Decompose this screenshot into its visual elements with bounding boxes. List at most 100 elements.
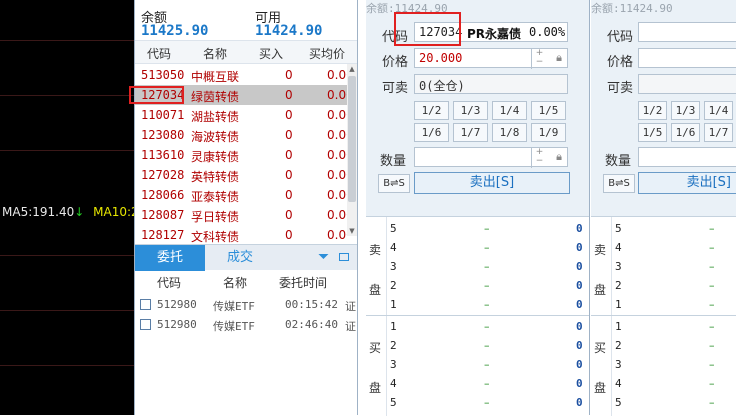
position-code: 123080: [141, 128, 185, 142]
table-row[interactable]: 128127 文科转债 0 0.00: [135, 225, 347, 245]
table-row[interactable]: 127028 英特转债 0 0.00: [135, 165, 347, 185]
order-col-time[interactable]: 委托时间: [279, 274, 327, 291]
table-row[interactable]: 123080 海波转债 0 0.00: [135, 125, 347, 145]
position-avg: 0.00: [327, 228, 347, 242]
list-item[interactable]: 512980 传媒ETF 00:15:42 证: [135, 295, 357, 315]
qty-stepper[interactable]: + −: [531, 148, 547, 168]
fraction-button[interactable]: 1/7: [453, 123, 488, 142]
bid-label-1: 买: [594, 341, 607, 355]
fraction-button[interactable]: 1/4: [704, 101, 733, 120]
table-row[interactable]: 113610 灵康转债 0 0.00: [135, 145, 347, 165]
scroll-thumb[interactable]: [348, 76, 356, 202]
sell-panel-primary: 余额:11424.90 代码 127034 PR永嘉债 0.00% 价格 20.…: [366, 0, 590, 416]
position-avg: 0.00: [327, 188, 347, 202]
fraction-button[interactable]: 1/7: [704, 123, 733, 142]
fraction-button[interactable]: 1/6: [671, 123, 700, 142]
minimize-icon[interactable]: [339, 253, 349, 261]
fraction-button[interactable]: 1/2: [638, 101, 667, 120]
account-panel: 余额 11425.90 可用 11424.90 代码 名称 买入 买均价 513…: [134, 0, 358, 415]
ask-volume: 0: [576, 298, 583, 311]
ask-volume: 0: [576, 241, 583, 254]
position-name: 英特转债: [191, 170, 240, 184]
order-extra: 证: [345, 300, 356, 313]
grid-line: [0, 310, 134, 311]
bid-level: 3: [615, 358, 622, 371]
tab-entrust[interactable]: 委托: [135, 245, 205, 271]
col-name[interactable]: 名称: [203, 45, 227, 62]
grid-line: [0, 255, 134, 256]
fraction-button[interactable]: 1/9: [531, 123, 566, 142]
position-buy: 0: [285, 128, 293, 142]
lock-icon[interactable]: 🔒︎: [551, 148, 567, 168]
table-row[interactable]: 513050 中概互联 0 0.00: [135, 65, 347, 85]
grid-line: [0, 365, 134, 366]
fraction-button[interactable]: 1/5: [638, 123, 667, 142]
fraction-button[interactable]: 1/3: [453, 101, 488, 120]
row-checkbox[interactable]: [140, 299, 151, 310]
position-code: 128087: [141, 208, 185, 222]
order-book: 卖 盘 买 盘 5 – 4 – 3 – 2 – 1 – 1 – 2 – 3 – 4 – 5 –: [591, 216, 736, 416]
fraction-button[interactable]: 1/6: [414, 123, 449, 142]
bid-price: –: [709, 396, 715, 409]
fraction-button[interactable]: 1/5: [531, 101, 566, 120]
qty-input[interactable]: + − 🔒︎: [414, 147, 568, 168]
fraction-button[interactable]: 1/4: [492, 101, 527, 120]
kline-chart-area[interactable]: MA5:191.40↓ MA10:2: [0, 0, 139, 415]
sell-panel-secondary: 余额:11424.90 代码 价格 可卖 1/2 1/3 1/4 1/5 1/6 1/7 …: [591, 0, 736, 416]
sellable-field: 0(全仓): [414, 74, 568, 94]
scroll-down-icon[interactable]: ▼: [347, 226, 357, 236]
position-buy: 0: [285, 68, 293, 82]
available-value: 11424.90: [255, 23, 323, 39]
tab-deal[interactable]: 成交: [205, 245, 275, 271]
buy-sell-swap-button[interactable]: B⇌S: [603, 174, 635, 193]
col-code[interactable]: 代码: [147, 45, 171, 62]
price-stepper[interactable]: + −: [531, 49, 547, 69]
order-col-code[interactable]: 代码: [157, 274, 181, 291]
fraction-button[interactable]: 1/2: [414, 101, 449, 120]
position-name: 孚日转债: [191, 210, 240, 224]
position-buy: 0: [285, 208, 293, 222]
position-code: 110071: [141, 108, 185, 122]
orders-header: 代码 名称 委托时间: [135, 272, 357, 292]
qty-label: 数量: [605, 154, 632, 169]
ask-level: 1: [390, 298, 397, 311]
sell-button[interactable]: 卖出[S]: [414, 172, 570, 194]
row-checkbox[interactable]: [140, 319, 151, 330]
code-input[interactable]: [638, 22, 736, 42]
ask-level: 3: [390, 260, 397, 273]
position-code: 127028: [141, 168, 185, 182]
col-buy[interactable]: 买入: [259, 45, 283, 62]
ask-price: –: [484, 298, 490, 311]
order-col-name[interactable]: 名称: [223, 274, 247, 291]
lock-icon[interactable]: 🔒︎: [551, 49, 567, 69]
price-input[interactable]: [638, 48, 736, 68]
filter-icon[interactable]: ⏷: [318, 249, 329, 265]
bid-price: –: [709, 358, 715, 371]
bid-price: –: [484, 377, 490, 390]
position-avg: 0.00: [327, 128, 347, 142]
col-avg[interactable]: 买均价: [309, 45, 345, 62]
bid-price: –: [709, 377, 715, 390]
positions-scrollbar[interactable]: ▲ ▼: [347, 64, 357, 236]
ask-level: 5: [615, 222, 622, 235]
price-input[interactable]: 20.000 + − 🔒︎: [414, 48, 568, 69]
table-row[interactable]: 110071 湖盐转债 0 0.00: [135, 105, 347, 125]
fraction-button[interactable]: 1/3: [671, 101, 700, 120]
buy-sell-swap-button[interactable]: B⇌S: [378, 174, 410, 193]
position-avg: 0.00: [327, 68, 347, 82]
sell-button[interactable]: 卖出[S]: [638, 172, 736, 194]
ask-label-1: 卖: [369, 243, 382, 257]
position-name: 湖盐转债: [191, 110, 240, 124]
fraction-button[interactable]: 1/8: [492, 123, 527, 142]
grid-line: [0, 95, 134, 96]
sellable-value: 0(全仓): [419, 79, 465, 93]
bid-label-2: 盘: [369, 381, 382, 395]
bid-level: 2: [615, 339, 622, 352]
qty-input[interactable]: [638, 147, 736, 167]
scroll-up-icon[interactable]: ▲: [347, 64, 357, 74]
order-time: 02:46:40: [285, 318, 338, 331]
table-row[interactable]: 128066 亚泰转债 0 0.00: [135, 185, 347, 205]
list-item[interactable]: 512980 传媒ETF 02:46:40 证: [135, 315, 357, 335]
ask-price: –: [484, 279, 490, 292]
table-row[interactable]: 128087 孚日转债 0 0.00: [135, 205, 347, 225]
